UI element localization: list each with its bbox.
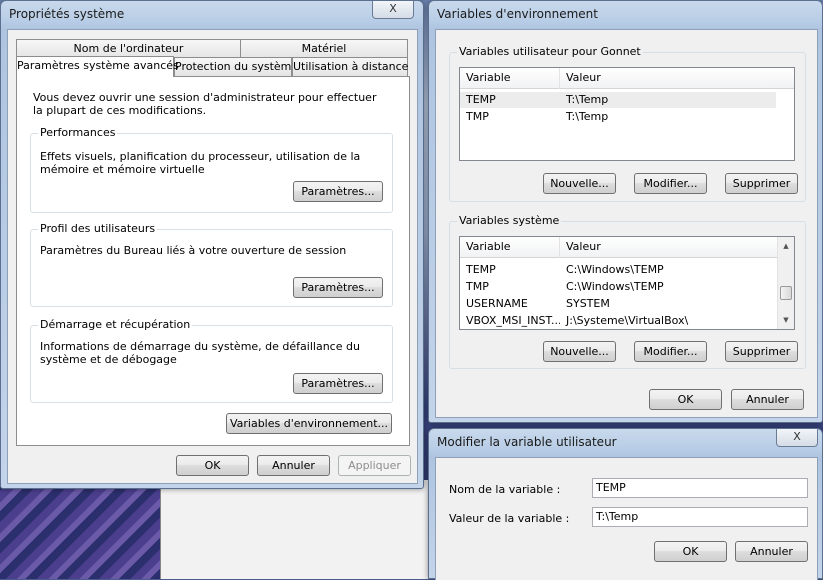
cancel-button[interactable]: Annuler: [735, 541, 808, 562]
group-label: Variables système: [457, 214, 562, 227]
edit-user-variable-window: Modifier la variable utilisateur X Nom d…: [428, 428, 823, 580]
dialog-client-area: Nom de l'ordinateur Matériel Paramètres …: [7, 29, 418, 484]
tab-utilisation-distance[interactable]: Utilisation à distance: [292, 57, 408, 76]
user-variables-list[interactable]: Variable Valeur TEMP T:\Temp TMP T:\Temp: [459, 67, 795, 161]
variable-name-label: Nom de la variable :: [449, 483, 561, 496]
column-header-variable[interactable]: Variable: [460, 237, 560, 258]
group-performances: Performances Effets visuels, planificati…: [30, 126, 393, 213]
apply-button[interactable]: Appliquer: [338, 455, 411, 476]
group-label: Profil des utilisateurs: [38, 222, 158, 235]
ok-button[interactable]: OK: [654, 541, 727, 562]
group-label: Performances: [38, 126, 118, 139]
ok-button[interactable]: OK: [649, 389, 722, 410]
column-header-value[interactable]: Valeur: [560, 68, 794, 89]
ok-button[interactable]: OK: [176, 455, 249, 476]
group-system-variables: Variables système Variable Valeur TEMP C…: [449, 214, 806, 369]
group-description: Paramètres du Bureau liés à votre ouvert…: [40, 244, 347, 257]
variable-value-label: Valeur de la variable :: [449, 512, 570, 525]
list-header: Variable Valeur: [460, 68, 794, 89]
environment-variables-window: Variables d'environnement Variables util…: [428, 0, 823, 423]
system-delete-button[interactable]: Supprimer: [725, 341, 798, 362]
column-header-variable[interactable]: Variable: [460, 68, 560, 89]
scroll-down-arrow-icon[interactable]: ▼: [778, 313, 794, 327]
tab-protection-systeme[interactable]: Protection du système: [174, 57, 298, 76]
group-description: Effets visuels, planification du process…: [40, 150, 361, 176]
window-title: Variables d'environnement: [437, 7, 598, 21]
scroll-up-arrow-icon[interactable]: ▲: [778, 239, 794, 253]
system-variables-list[interactable]: Variable Valeur TEMP C:\Windows\TEMP TMP…: [459, 236, 795, 330]
system-edit-button[interactable]: Modifier...: [634, 341, 707, 362]
close-icon: X: [793, 430, 801, 443]
group-demarrage-recuperation: Démarrage et récupération Informations d…: [30, 318, 393, 403]
list-item[interactable]: TMP T:\Temp: [460, 109, 776, 125]
demarrage-settings-button[interactable]: Paramètres...: [293, 373, 383, 394]
column-header-value[interactable]: Valeur: [560, 237, 779, 258]
list-item[interactable]: TMP C:\Windows\TEMP: [460, 279, 778, 295]
system-new-button[interactable]: Nouvelle...: [543, 341, 616, 362]
user-new-button[interactable]: Nouvelle...: [543, 173, 616, 194]
system-properties-window: Propriétés système X Nom de l'ordinateur…: [0, 0, 424, 489]
dialog-client-area: Variables utilisateur pour Gonnet Variab…: [435, 29, 818, 418]
list-header: Variable Valeur: [460, 237, 779, 258]
dialog-client-area: Nom de la variable : TEMP Valeur de la v…: [435, 457, 818, 580]
background-window-fragment: [160, 480, 430, 579]
admin-notice: Vous devez ouvrir une session d'administ…: [33, 91, 377, 117]
close-icon: X: [389, 2, 397, 15]
vertical-scrollbar[interactable]: ▲ ▼: [777, 237, 794, 329]
variable-value-input[interactable]: T:\Temp: [592, 507, 808, 527]
variable-name-input[interactable]: TEMP: [592, 478, 808, 498]
close-button[interactable]: X: [776, 429, 818, 447]
user-delete-button[interactable]: Supprimer: [725, 173, 798, 194]
tab-materiel[interactable]: Matériel: [240, 39, 408, 58]
environment-variables-button[interactable]: Variables d'environnement...: [226, 413, 392, 434]
scroll-thumb[interactable]: [780, 286, 792, 300]
list-item[interactable]: VBOX_MSI_INST... J:\Systeme\VirtualBox\: [460, 313, 778, 329]
group-label: Démarrage et récupération: [38, 318, 193, 331]
user-edit-button[interactable]: Modifier...: [634, 173, 707, 194]
close-button[interactable]: X: [372, 1, 414, 19]
tab-parametres-avances[interactable]: Paramètres système avancés: [16, 56, 179, 77]
group-label: Variables utilisateur pour Gonnet: [457, 45, 643, 58]
list-item[interactable]: TEMP T:\Temp: [460, 92, 776, 108]
profil-settings-button[interactable]: Paramètres...: [293, 277, 383, 298]
window-title: Propriétés système: [9, 7, 125, 21]
performances-settings-button[interactable]: Paramètres...: [293, 181, 383, 202]
group-user-variables: Variables utilisateur pour Gonnet Variab…: [449, 45, 806, 202]
tab-panel-advanced: Vous devez ouvrir une session d'administ…: [16, 76, 410, 446]
cancel-button[interactable]: Annuler: [731, 389, 804, 410]
list-item[interactable]: TEMP C:\Windows\TEMP: [460, 262, 778, 278]
group-description: Informations de démarrage du système, de…: [40, 340, 360, 366]
list-item[interactable]: USERNAME SYSTEM: [460, 296, 778, 312]
group-profil-utilisateurs: Profil des utilisateurs Paramètres du Bu…: [30, 222, 393, 307]
window-title: Modifier la variable utilisateur: [437, 435, 617, 449]
cancel-button[interactable]: Annuler: [257, 455, 330, 476]
